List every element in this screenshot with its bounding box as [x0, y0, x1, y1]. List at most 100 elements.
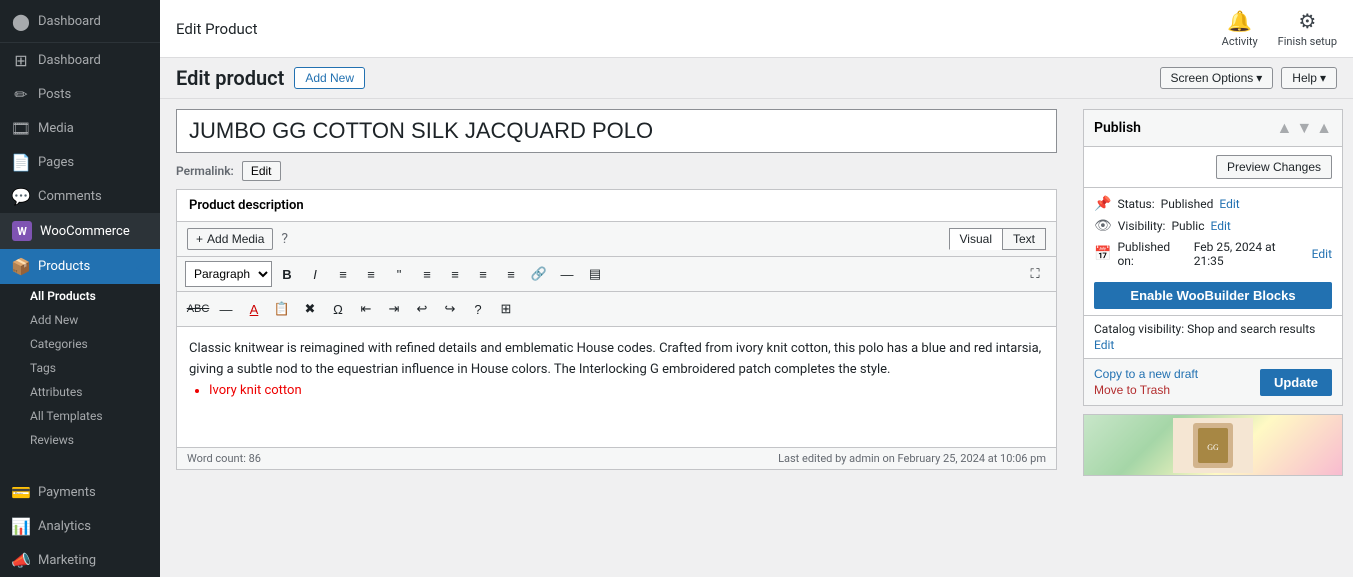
visibility-edit-link[interactable]: Edit — [1211, 219, 1231, 233]
sidebar-item-posts[interactable]: ✏ Posts — [0, 77, 160, 111]
screen-options-label: Screen Options — [1171, 71, 1254, 85]
product-title-input[interactable] — [176, 109, 1057, 153]
visual-tab-button[interactable]: Visual — [949, 228, 1002, 250]
sidebar-sub-tags[interactable]: Tags — [0, 356, 160, 380]
undo-button[interactable]: ↩ — [409, 296, 435, 322]
indent-button[interactable]: ⇥ — [381, 296, 407, 322]
text-tab-button[interactable]: Text — [1002, 228, 1046, 250]
finish-setup-button[interactable]: ⚙ Finish setup — [1278, 9, 1337, 48]
special-chars-button[interactable]: Ω — [325, 296, 351, 322]
sidebar-item-label: Comments — [38, 189, 102, 204]
main-area: Edit Product 🔔 Activity ⚙ Finish setup E… — [160, 0, 1353, 577]
sidebar-item-label: Dashboard — [38, 53, 101, 68]
sidebar-item-label: Pages — [38, 155, 74, 170]
ordered-list-button[interactable]: ≡ — [358, 261, 384, 287]
sidebar-item-pages[interactable]: 📄 Pages — [0, 145, 160, 179]
analytics-icon: 📊 — [12, 517, 30, 535]
help-button[interactable]: Help ▾ — [1281, 67, 1337, 89]
permalink-bar: Permalink: Edit — [176, 161, 1057, 181]
visual-text-tabs: Visual Text — [949, 228, 1046, 250]
sidebar-item-woocommerce[interactable]: W WooCommerce — [0, 213, 160, 249]
italic-button[interactable]: I — [302, 261, 328, 287]
strikethrough-button[interactable]: ABC — [185, 296, 211, 322]
sidebar-item-comments[interactable]: 💬 Comments — [0, 179, 160, 213]
activity-button[interactable]: 🔔 Activity — [1222, 9, 1258, 48]
sidebar-logo[interactable]: ⬤ Dashboard — [0, 0, 160, 43]
sidebar-item-products[interactable]: 📦 Products ◀ — [0, 249, 160, 284]
align-justify-button[interactable]: ≡ — [498, 261, 524, 287]
fullscreen-button[interactable]: ⛶ — [1022, 261, 1048, 287]
sidebar-sub-reviews[interactable]: Reviews — [0, 428, 160, 452]
product-thumbnail-image[interactable]: GG — [1084, 415, 1342, 475]
publish-header: Publish ▲ ▼ ▲ — [1084, 110, 1342, 147]
editor-toolbar-top: + Add Media ? Visual Text — [177, 222, 1056, 257]
more-button[interactable]: — — [554, 261, 580, 287]
permalink-edit-button[interactable]: Edit — [242, 161, 281, 181]
sidebar-item-label: Media — [38, 121, 74, 136]
sidebar-item-dashboard[interactable]: ⊞ Dashboard — [0, 43, 160, 77]
sidebar-item-payments[interactable]: 💳 Payments — [0, 475, 160, 509]
sidebar-panel: Publish ▲ ▼ ▲ Preview Changes 📌 Status: … — [1073, 99, 1353, 577]
sidebar-sub-all-products[interactable]: All Products — [0, 284, 160, 308]
horizontal-rule-button[interactable]: — — [213, 296, 239, 322]
page-title: Edit product — [176, 66, 284, 90]
published-on-edit-link[interactable]: Edit — [1312, 247, 1332, 261]
sidebar-item-marketing[interactable]: 📣 Marketing — [0, 543, 160, 577]
comments-icon: 💬 — [12, 187, 30, 205]
bold-button[interactable]: B — [274, 261, 300, 287]
add-new-button[interactable]: Add New — [294, 67, 365, 89]
align-center-button[interactable]: ≡ — [442, 261, 468, 287]
table-button[interactable]: ⊞ — [493, 296, 519, 322]
sidebar: ⬤ Dashboard ⊞ Dashboard ✏ Posts 🎞 Media … — [0, 0, 160, 577]
blockquote-button[interactable]: " — [386, 261, 412, 287]
visibility-value: Public — [1171, 219, 1204, 233]
collapse-up-icon[interactable]: ▲ — [1276, 118, 1292, 138]
update-button[interactable]: Update — [1260, 369, 1332, 396]
wordpress-icon: ⬤ — [12, 12, 30, 30]
sidebar-sub-attributes[interactable]: Attributes — [0, 380, 160, 404]
copy-draft-button[interactable]: Copy to a new draft — [1094, 367, 1198, 381]
editor-formatting-bar-2: ABC — A 📋 ✖ Ω ⇤ ⇥ ↩ ↪ ? ⊞ — [177, 292, 1056, 327]
sidebar-sub-categories[interactable]: Categories — [0, 332, 160, 356]
description-box: Product description + Add Media ? Visual… — [176, 189, 1057, 470]
status-value: Published — [1161, 197, 1214, 211]
editor-content-text: Classic knitwear is reimagined with refi… — [189, 339, 1044, 381]
sidebar-item-media[interactable]: 🎞 Media — [0, 111, 160, 145]
help-kb-button[interactable]: ? — [465, 296, 491, 322]
sidebar-sub-add-new[interactable]: Add New — [0, 308, 160, 332]
paste-as-text-button[interactable]: 📋 — [269, 296, 295, 322]
align-left-button[interactable]: ≡ — [414, 261, 440, 287]
status-edit-link[interactable]: Edit — [1219, 197, 1239, 211]
publish-box: Publish ▲ ▼ ▲ Preview Changes 📌 Status: … — [1083, 109, 1343, 406]
sidebar-item-analytics[interactable]: 📊 Analytics — [0, 509, 160, 543]
subheader-left: Edit product Add New — [176, 66, 365, 90]
editor-formatting-bar-1: Paragraph B I ≡ ≡ " ≡ ≡ ≡ ≡ 🔗 — ▤ ⛶ — [177, 257, 1056, 292]
activity-icon: 🔔 — [1227, 9, 1252, 33]
published-on-label: Published on: — [1117, 240, 1187, 268]
catalog-edit-link[interactable]: Edit — [1094, 338, 1332, 352]
clear-formatting-button[interactable]: ✖ — [297, 296, 323, 322]
woocommerce-icon: W — [12, 221, 32, 241]
insert-link-button[interactable]: 🔗 — [526, 261, 552, 287]
outdent-button[interactable]: ⇤ — [353, 296, 379, 322]
unordered-list-button[interactable]: ≡ — [330, 261, 356, 287]
close-panel-icon[interactable]: ▲ — [1316, 118, 1332, 138]
paragraph-select[interactable]: Paragraph — [185, 261, 272, 287]
collapse-down-icon[interactable]: ▼ — [1296, 118, 1312, 138]
editor-content[interactable]: Classic knitwear is reimagined with refi… — [177, 327, 1056, 447]
status-label: Status: — [1117, 197, 1154, 211]
fmt-bar2-left: ABC — A 📋 ✖ Ω ⇤ ⇥ ↩ ↪ ? ⊞ — [185, 296, 519, 322]
add-media-button[interactable]: + Add Media — [187, 228, 273, 250]
move-trash-button[interactable]: Move to Trash — [1094, 383, 1198, 397]
enable-woobuilder-button[interactable]: Enable WooBuilder Blocks — [1094, 282, 1332, 309]
sidebar-logo-label: Dashboard — [38, 14, 101, 29]
screen-options-button[interactable]: Screen Options ▾ — [1160, 67, 1274, 89]
add-media-label: Add Media — [207, 232, 264, 246]
text-color-button[interactable]: A — [241, 296, 267, 322]
publish-left-actions: Copy to a new draft Move to Trash — [1094, 367, 1198, 397]
align-right-button[interactable]: ≡ — [470, 261, 496, 287]
sidebar-sub-all-templates[interactable]: All Templates — [0, 404, 160, 428]
preview-changes-button[interactable]: Preview Changes — [1216, 155, 1332, 179]
redo-button[interactable]: ↪ — [437, 296, 463, 322]
toggle-toolbar-button[interactable]: ▤ — [582, 261, 608, 287]
